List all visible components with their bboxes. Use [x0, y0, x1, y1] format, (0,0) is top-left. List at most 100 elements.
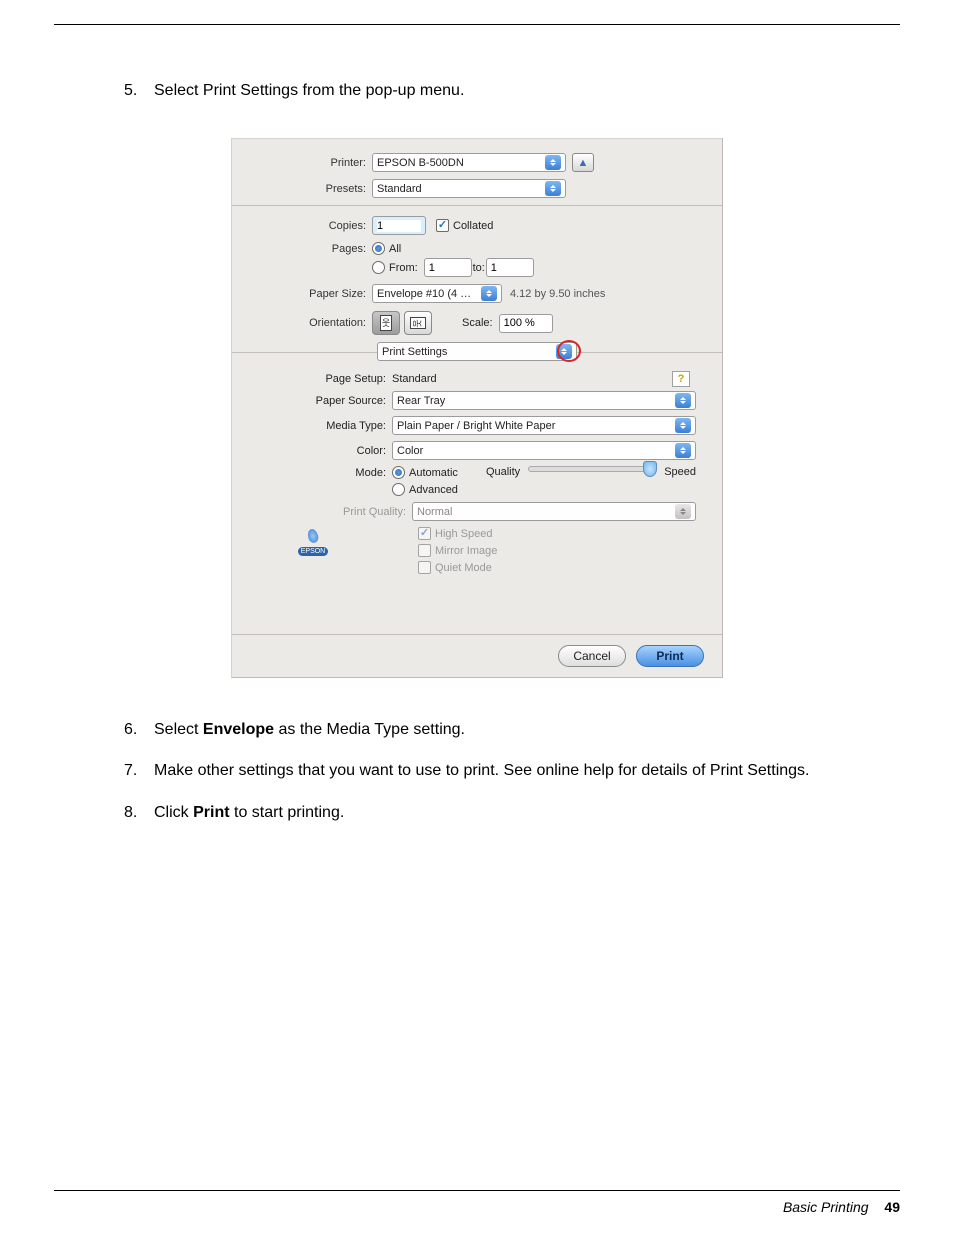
presets-label: Presets: [252, 183, 372, 195]
orientation-label: Orientation: [252, 317, 372, 329]
copies-row: Copies: Collated [252, 216, 702, 235]
pages-all-label: All [389, 243, 401, 255]
footer-page-number: 49 [884, 1199, 900, 1215]
pages-all-row: Pages: All [252, 242, 702, 255]
paper-source-select[interactable]: Rear Tray [392, 391, 696, 410]
step-text: Select Envelope as the Media Type settin… [154, 718, 900, 741]
high-speed-checkbox [418, 527, 431, 540]
color-row: Color: Color [292, 441, 696, 460]
quiet-mode-label: Quiet Mode [435, 562, 492, 574]
quality-speed-slider[interactable] [528, 466, 656, 472]
section-menu-select[interactable]: Print Settings [377, 342, 577, 361]
mirror-image-checkbox [418, 544, 431, 557]
divider [232, 205, 722, 206]
collated-checkbox[interactable] [436, 219, 449, 232]
paper-size-label: Paper Size: [252, 288, 372, 300]
color-label: Color: [292, 445, 392, 457]
updown-icon [675, 504, 691, 519]
updown-icon [675, 443, 691, 458]
media-type-row: Media Type: Plain Paper / Bright White P… [292, 416, 696, 435]
from-input[interactable] [424, 258, 472, 277]
triangle-up-icon: ▲ [578, 157, 589, 169]
updown-icon [556, 344, 572, 359]
advanced-label: Advanced [409, 484, 458, 496]
mode-automatic-radio[interactable] [392, 466, 405, 479]
speed-label: Speed [664, 466, 696, 478]
print-quality-label: Print Quality: [336, 506, 412, 518]
color-select[interactable]: Color [392, 441, 696, 460]
printer-row: Printer: EPSON B-500DN ▲ [252, 153, 702, 172]
page-setup-value: Standard [392, 373, 437, 385]
to-input[interactable] [486, 258, 534, 277]
presets-select[interactable]: Standard [372, 179, 566, 198]
section-menu-row: Print Settings [252, 342, 702, 361]
page-footer: Basic Printing 49 [54, 1190, 900, 1215]
mode-label: Mode: [292, 466, 392, 479]
slider-thumb-icon [643, 461, 657, 477]
help-icon[interactable]: ? [672, 371, 690, 387]
step-text: Select Print Settings from the pop-up me… [154, 79, 900, 102]
scale-input[interactable] [499, 314, 553, 333]
pages-range-row: From: to: [252, 258, 702, 277]
step-7: 7. Make other settings that you want to … [124, 759, 900, 782]
preview-toggle-button[interactable]: ▲ [572, 153, 594, 172]
paper-size-dimensions: 4.12 by 9.50 inches [510, 288, 605, 300]
dialog-footer: Cancel Print [232, 634, 722, 677]
automatic-label: Automatic [409, 467, 458, 479]
media-type-label: Media Type: [292, 420, 392, 432]
portrait-page-icon: 웃 [380, 315, 392, 331]
mode-advanced-radio[interactable] [392, 483, 405, 496]
updown-icon [545, 155, 561, 170]
from-label: From: [389, 262, 418, 274]
step-number: 6. [124, 718, 154, 741]
updown-icon [675, 393, 691, 408]
quality-label: Quality [486, 466, 520, 478]
paper-size-row: Paper Size: Envelope #10 (4 … 4.12 by 9.… [252, 284, 702, 303]
orientation-row: Orientation: 웃 웃 Scale: [252, 311, 702, 335]
step-number: 7. [124, 759, 154, 782]
paper-source-row: Paper Source: Rear Tray [292, 391, 696, 410]
steps-list: 5. Select Print Settings from the pop-up… [54, 79, 900, 102]
printer-select[interactable]: EPSON B-500DN [372, 153, 566, 172]
mirror-image-row: Mirror Image [418, 544, 696, 557]
step-8: 8. Click Print to start printing. [124, 801, 900, 824]
cancel-button[interactable]: Cancel [558, 645, 626, 667]
collated-label: Collated [453, 220, 493, 232]
copies-label: Copies: [252, 220, 372, 232]
mode-row: Mode: Automatic Advanced [292, 466, 696, 496]
high-speed-label: High Speed [435, 528, 493, 540]
media-type-select[interactable]: Plain Paper / Bright White Paper [392, 416, 696, 435]
pages-all-radio[interactable] [372, 242, 385, 255]
mirror-image-label: Mirror Image [435, 545, 497, 557]
paper-source-label: Paper Source: [292, 395, 392, 407]
print-dialog: Printer: EPSON B-500DN ▲ Presets: Standa… [231, 138, 723, 678]
scale-label: Scale: [462, 317, 493, 329]
epson-logo-icon: EPSON [292, 508, 334, 556]
step-5: 5. Select Print Settings from the pop-up… [124, 79, 900, 102]
steps-list-cont: 6. Select Envelope as the Media Type set… [54, 718, 900, 824]
step-number: 5. [124, 79, 154, 102]
top-rule [54, 24, 900, 25]
quiet-mode-checkbox [418, 561, 431, 574]
step-text: Make other settings that you want to use… [154, 759, 900, 782]
print-quality-select: Normal [412, 502, 696, 521]
step-number: 8. [124, 801, 154, 824]
print-button[interactable]: Print [636, 645, 704, 667]
pages-label: Pages: [252, 243, 372, 255]
page-setup-label: Page Setup: [292, 373, 392, 385]
updown-icon [481, 286, 497, 301]
printer-label: Printer: [252, 157, 372, 169]
copies-input[interactable] [372, 216, 426, 235]
footer-rule [54, 1190, 900, 1191]
paper-size-select[interactable]: Envelope #10 (4 … [372, 284, 502, 303]
page-setup-row: Page Setup: Standard ? [292, 373, 696, 385]
step-text: Click Print to start printing. [154, 801, 900, 824]
quiet-mode-row: Quiet Mode [418, 561, 696, 574]
print-settings-panel: Page Setup: Standard ? Paper Source: Rea… [252, 373, 702, 574]
pages-from-radio[interactable] [372, 261, 385, 274]
orientation-landscape-button[interactable]: 웃 [404, 311, 432, 335]
presets-row: Presets: Standard [252, 179, 702, 198]
orientation-portrait-button[interactable]: 웃 [372, 311, 400, 335]
high-speed-row: High Speed [418, 527, 696, 540]
updown-icon [545, 181, 561, 196]
